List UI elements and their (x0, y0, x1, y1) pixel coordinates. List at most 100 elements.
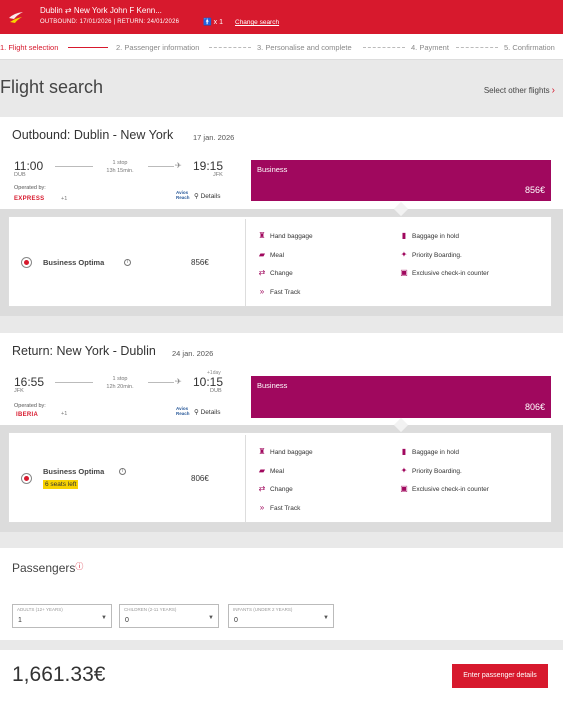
seats-left-badge: 6 seats left (43, 480, 79, 489)
chevron-down-icon: ▼ (101, 615, 107, 621)
fast-track-icon: » (259, 287, 265, 296)
adults-select[interactable]: ADULTS (12+ YEARS) 1 ▼ (12, 604, 112, 628)
route-line (55, 382, 93, 383)
enter-passenger-details-button[interactable]: Enter passenger details (452, 664, 548, 688)
infants-select[interactable]: INFANTS (UNDER 2 YEARS) 0 ▼ (228, 604, 334, 628)
feature-checkin: ▣ Exclusive check-in counter (400, 484, 489, 493)
warning-icon: ⓘ (75, 562, 84, 571)
arrival-airport: JFK (213, 172, 223, 178)
business-fare-box[interactable]: Business 856€ (251, 160, 551, 201)
operated-by-label: Operated by: (14, 185, 46, 191)
return-title: Return: New York - Dublin (12, 344, 156, 358)
step-payment: 4. Payment (411, 43, 449, 52)
iberia-logo-icon (9, 12, 23, 23)
fare-price: 856€ (191, 258, 209, 267)
search-icon: ⚲ (194, 409, 199, 416)
suitcase-icon: ▮ (401, 231, 407, 240)
avios-badge: Avios Reach (176, 190, 190, 200)
step-divider (363, 47, 405, 48)
chevron-right-icon: › (551, 85, 555, 96)
arrival-airport: DUB (210, 388, 222, 394)
outbound-fare-option: Business Optima i 856€ ♜ Hand baggage ▰ Me… (8, 216, 552, 307)
feature-fast-track: » Fast Track (257, 287, 301, 296)
business-fare-box[interactable]: Business 806€ (251, 376, 551, 418)
feature-change: ⇄ Change (258, 484, 293, 493)
page-title: Flight search (0, 77, 104, 97)
children-select[interactable]: CHILDREN (2-11 YEARS) 0 ▼ (119, 604, 219, 628)
step-divider (68, 47, 108, 48)
hand-baggage-icon: ♜ (258, 447, 266, 456)
change-search-link[interactable]: Change search (235, 19, 279, 26)
fare-radio[interactable] (21, 257, 32, 268)
booking-header: Dublin ⇄ New York John F Kenn... OUTBOUN… (0, 0, 563, 34)
change-icon: ⇄ (258, 268, 266, 277)
departure-time: 11:00 (14, 159, 44, 173)
fare-radio[interactable] (21, 473, 32, 484)
return-flight-card: Return: New York - Dublin 24 jan. 2026 1… (0, 333, 563, 425)
stops-info: 1 stop 13h 15min. (106, 160, 134, 174)
feature-baggage-hold: ▮ Baggage in hold (399, 447, 459, 456)
checkin-icon: ▣ (400, 268, 408, 277)
feature-fast-track: » Fast Track (257, 503, 301, 512)
progress-steps: 1. Flight selection 2. Passenger informa… (0, 34, 563, 60)
departure-airport: JFK (14, 388, 24, 394)
return-fare-option: Business Optima i 6 seats left 806€ ♜ Han… (8, 432, 552, 523)
plane-icon: ✈ (175, 377, 182, 386)
outbound-fare-area: Business Optima i 856€ ♜ Hand baggage ▰ Me… (0, 201, 563, 316)
feature-checkin: ▣ Exclusive check-in counter (400, 268, 489, 277)
search-icon: ⚲ (194, 193, 199, 200)
outbound-flight-card: Outbound: Dublin - New York 17 jan. 2026… (0, 117, 563, 209)
person-icon: 🚹 (203, 19, 212, 26)
dates-summary: OUTBOUND: 17/01/2026 | RETURN: 24/01/202… (40, 19, 180, 25)
hand-baggage-icon: ♜ (258, 231, 266, 240)
step-flight-selection: 1. Flight selection (0, 43, 59, 52)
step-divider (209, 47, 251, 48)
feature-priority-boarding: ✦ Priority Boarding. (400, 466, 462, 475)
feature-change: ⇄ Change (258, 268, 293, 277)
cabin-price: 806€ (524, 402, 545, 412)
step-passenger-information: 2. Passenger information (116, 43, 200, 52)
step-divider (456, 47, 498, 48)
passengers-card: Passengersⓘ ADULTS (12+ YEARS) 1 ▼ CHILD… (0, 548, 563, 640)
fast-track-icon: » (259, 503, 265, 512)
feature-hand-baggage: ♜ Hand baggage (258, 231, 313, 240)
feature-priority-boarding: ✦ Priority Boarding. (400, 250, 462, 259)
departure-airport: DUB (14, 172, 26, 178)
stops-info: 1 stop 12h 20min. (106, 376, 134, 390)
airline-logo: IBERIA (16, 412, 39, 418)
route-line (55, 166, 93, 167)
select-other-flights-link[interactable]: Select other flights › (484, 85, 555, 96)
feature-meal: ▰ Meal (258, 250, 285, 259)
fare-price: 806€ (191, 474, 209, 483)
return-date: 24 jan. 2026 (172, 349, 214, 358)
avios-badge: Avios Reach (176, 406, 190, 416)
passenger-count: 🚹 x 1 (203, 19, 224, 26)
passengers-title: Passengersⓘ (12, 561, 84, 575)
info-icon[interactable]: i (124, 259, 131, 266)
airline-logo: EXPRESS (14, 196, 45, 202)
suitcase-icon: ▮ (401, 447, 407, 456)
meal-icon: ▰ (258, 466, 266, 475)
route-summary: Dublin ⇄ New York John F Kenn... (40, 6, 162, 15)
details-link[interactable]: ⚲ Details (194, 408, 220, 416)
cabin-label: Business (257, 165, 288, 174)
operated-by-label: Operated by: (14, 403, 46, 409)
details-link[interactable]: ⚲ Details (194, 192, 220, 200)
fare-name: Business Optima (43, 258, 105, 267)
plane-icon: ✈ (175, 161, 182, 170)
step-confirmation: 5. Confirmation (504, 43, 555, 52)
divider (245, 435, 246, 522)
divider (245, 219, 246, 306)
change-icon: ⇄ (258, 484, 266, 493)
arrival-time: 10:15 (193, 375, 224, 389)
feature-meal: ▰ Meal (258, 466, 285, 475)
info-icon[interactable]: i (119, 468, 126, 475)
cabin-price: 856€ (524, 185, 545, 195)
step-personalise: 3. Personalise and complete (257, 43, 352, 52)
cabin-label: Business (257, 381, 288, 390)
checkin-icon: ▣ (400, 484, 408, 493)
priority-boarding-icon: ✦ (400, 466, 408, 475)
departure-time: 16:55 (14, 375, 45, 389)
feature-baggage-hold: ▮ Baggage in hold (399, 231, 459, 240)
arrival-time: 19:15 (193, 159, 224, 173)
